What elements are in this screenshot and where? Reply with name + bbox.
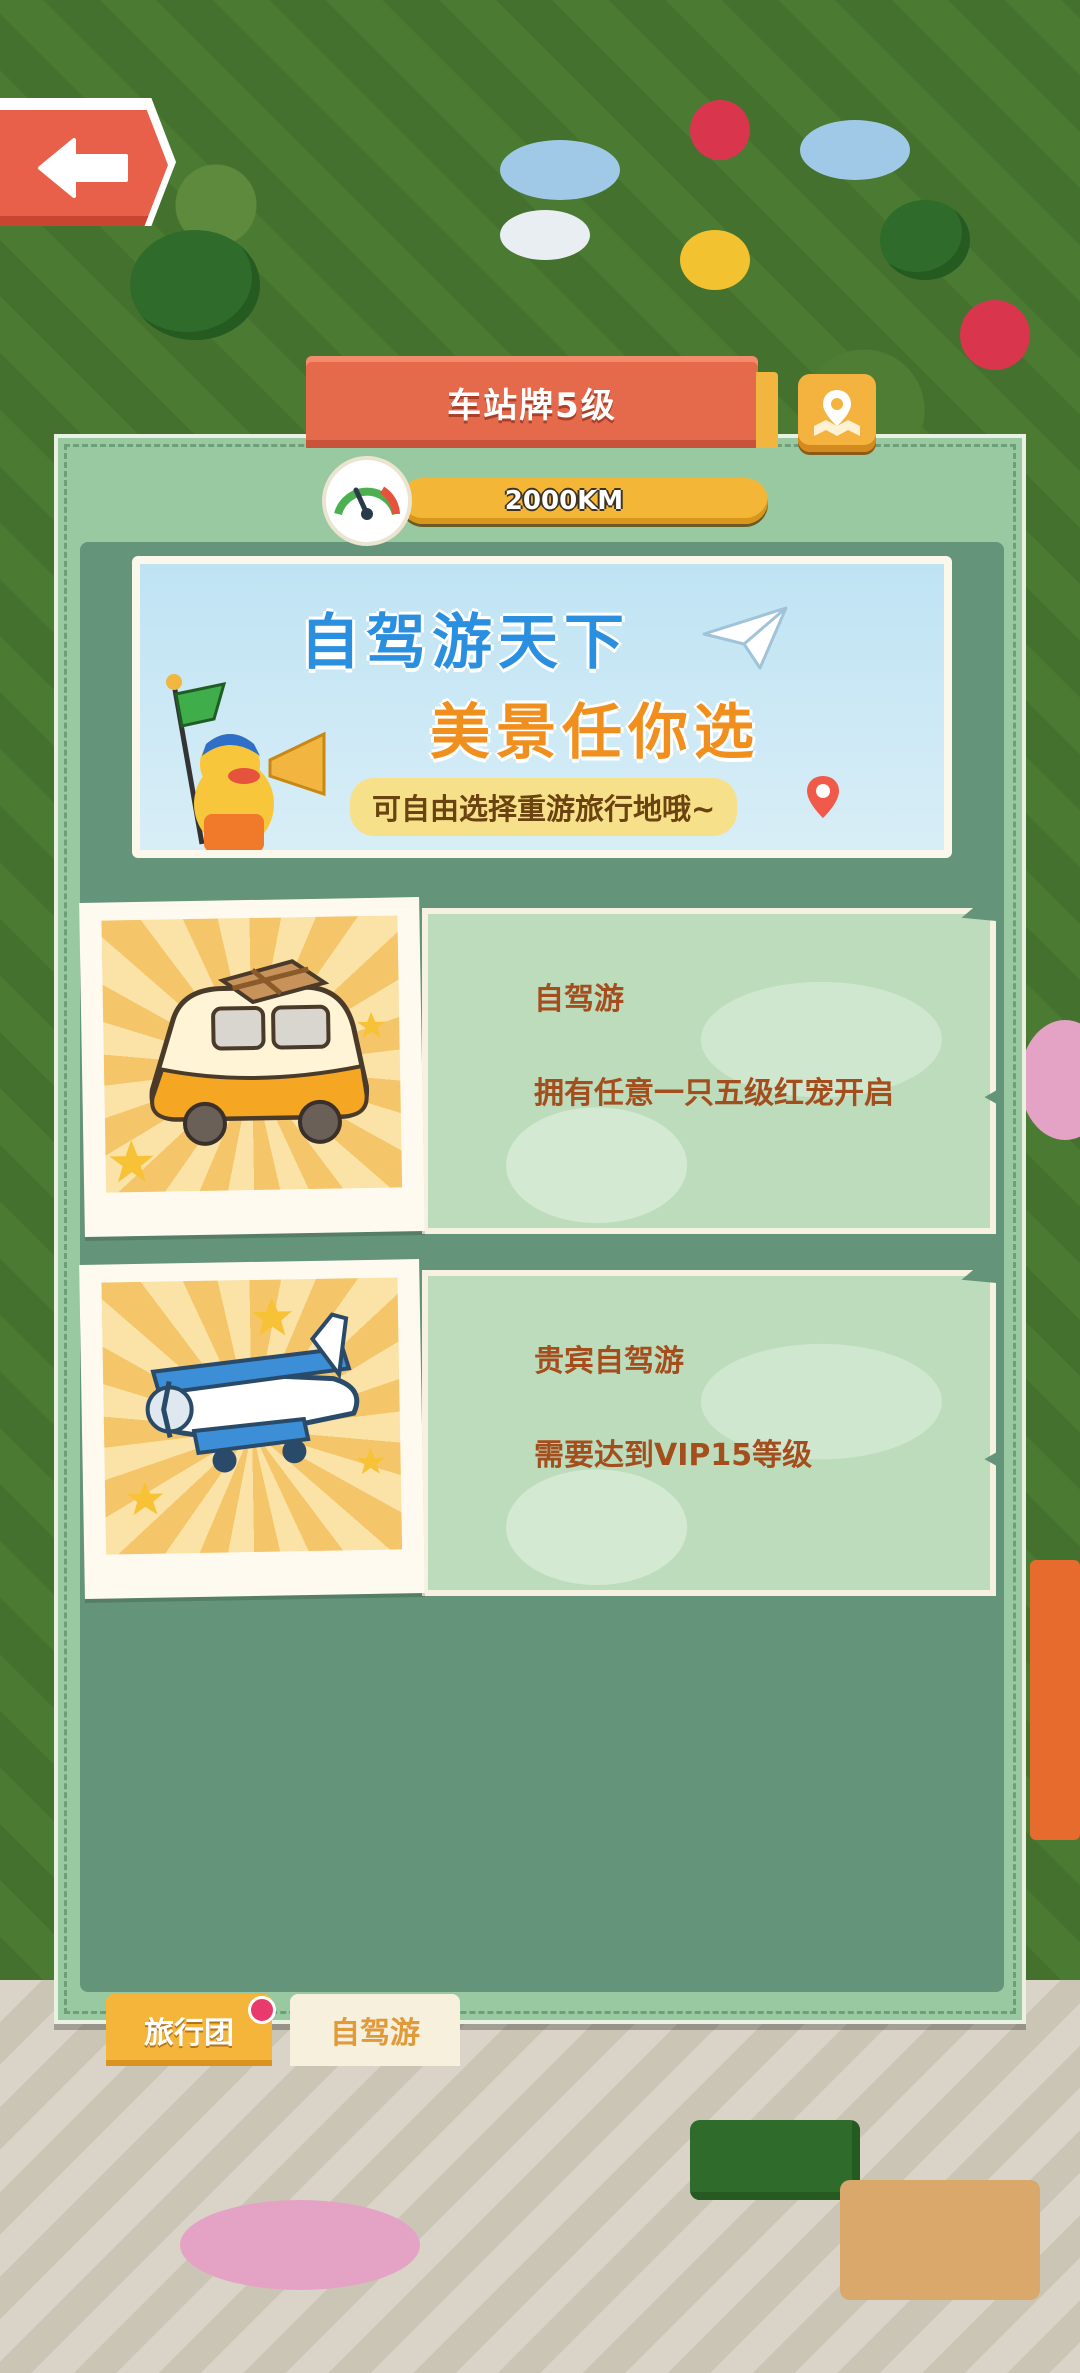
- route-card-self-drive[interactable]: 自驾游 拥有任意一只五级红宠开启: [79, 897, 998, 1240]
- bunny-pond-decoration: [800, 120, 910, 180]
- promo-subtitle: 可自由选择重游旅行地哦~: [350, 778, 738, 836]
- duck-decoration: [680, 230, 750, 290]
- tree-decoration: [880, 200, 970, 280]
- promo-banner: 自驾游天下 美景任你选 可自由选择重游旅行地哦~: [132, 556, 952, 858]
- route-requirement: 拥有任意一只五级红宠开启: [534, 1076, 894, 1111]
- route-requirement: 需要达到VIP15等级: [534, 1438, 813, 1473]
- tab-self-drive[interactable]: 自驾游: [290, 1994, 460, 2066]
- vending-machine-decoration: [1030, 1560, 1080, 1840]
- tab-tour-group[interactable]: 旅行团: [106, 1994, 272, 2066]
- umbrella-decoration: [690, 2120, 860, 2200]
- duck-guide-icon: [166, 674, 326, 850]
- cafe-truck-decoration: [840, 2180, 1040, 2300]
- bunny-pond-decoration: [500, 140, 620, 200]
- camper-van-icon: [109, 959, 386, 1183]
- airplane-icon: [127, 1297, 385, 1516]
- page-title: 车站牌5级: [447, 385, 617, 426]
- map-button[interactable]: [798, 374, 876, 452]
- route-card-vip-self-drive[interactable]: 贵宾自驾游 需要达到VIP15等级: [79, 1259, 998, 1602]
- route-title: 贵宾自驾游: [534, 1344, 684, 1379]
- route-title: 自驾游: [534, 982, 624, 1017]
- paper-plane-icon: [702, 606, 788, 670]
- back-button[interactable]: [0, 104, 168, 226]
- flower-decoration: [960, 300, 1030, 370]
- distance-value: 2000KM: [504, 486, 624, 516]
- distance-bar: 2000KM: [400, 478, 768, 524]
- route-card-photo: [79, 1259, 425, 1599]
- route-card-photo: [79, 897, 425, 1237]
- cloud-decoration: [500, 210, 590, 260]
- title-banner-tab: [756, 372, 778, 448]
- speedometer-icon: [322, 456, 412, 546]
- arrow-left-icon: [38, 138, 128, 198]
- promo-headline-1: 自驾游天下: [300, 608, 630, 678]
- map-pin-icon: [814, 390, 860, 436]
- flower-decoration: [690, 100, 750, 160]
- tree-decoration: [130, 230, 260, 340]
- promo-headline-2: 美景任你选: [430, 698, 760, 768]
- location-pin-icon: [807, 776, 839, 818]
- title-banner: 车站牌5级: [306, 356, 758, 448]
- notification-badge: [248, 1996, 276, 2024]
- flower-bed-decoration: [180, 2200, 420, 2290]
